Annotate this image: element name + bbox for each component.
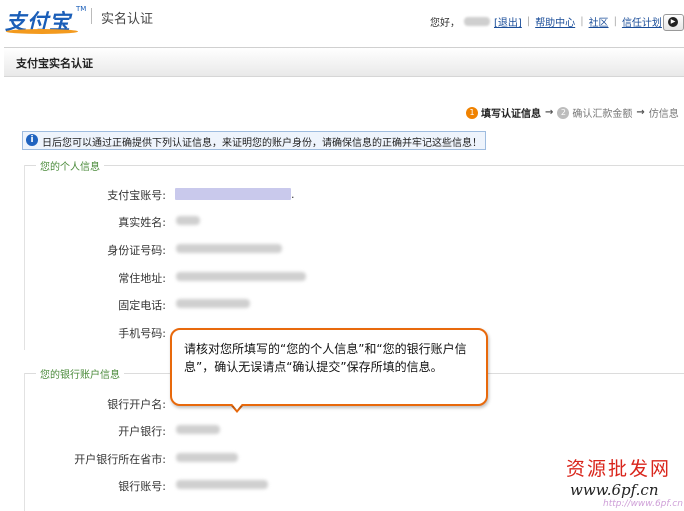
step-1-number-icon: 1 bbox=[466, 106, 478, 119]
watermark-url: www.6pf.cn bbox=[570, 481, 659, 499]
bank-info-legend: 您的银行账户信息 bbox=[36, 366, 124, 381]
landline-value bbox=[176, 299, 250, 308]
top-navigation: 您好， [退出] | 帮助中心 | 社区 | 信任计划 bbox=[430, 14, 662, 29]
progress-steps: 1 填写认证信息 → 2 确认汇款金额 → 仿信息 bbox=[466, 105, 679, 120]
nav-separator: | bbox=[526, 16, 531, 27]
fieldset-border-left bbox=[24, 165, 25, 350]
header-divider bbox=[91, 8, 92, 24]
help-center-link[interactable]: 帮助中心 bbox=[535, 14, 575, 29]
account-suffix: . bbox=[291, 188, 295, 201]
username-redacted bbox=[464, 17, 490, 26]
account-value bbox=[175, 188, 291, 200]
step-2-number-icon: 2 bbox=[557, 106, 570, 119]
logout-link[interactable]: [退出] bbox=[494, 14, 522, 29]
greeting-text: 您好， bbox=[430, 18, 460, 29]
bank-holder-label: 银行开户名: bbox=[107, 398, 166, 411]
nav-separator: | bbox=[580, 16, 584, 27]
personal-info-legend: 您的个人信息 bbox=[36, 158, 104, 173]
step-arrow-icon: → bbox=[636, 107, 645, 118]
bank-name-value bbox=[176, 425, 220, 434]
step-1-label: 填写认证信息 bbox=[481, 109, 541, 120]
fieldset-border-left bbox=[24, 373, 25, 511]
bank-region-value bbox=[176, 453, 238, 462]
account-label: 支付宝账号: bbox=[107, 189, 166, 202]
nav-separator: | bbox=[613, 16, 617, 27]
logo-trademark: TM bbox=[76, 5, 87, 13]
notice-text: 日后您可以通过正确提供下列认证信息，来证明您的账户身份，请确保信息的正确并牢记这… bbox=[42, 138, 482, 149]
tooltip-text: 请核对您所填写的“您的个人信息”和“您的银行账户信息”，确认无误请点“确认提交”… bbox=[184, 342, 467, 374]
trust-plan-link[interactable]: 信任计划 bbox=[622, 14, 662, 29]
step-3-label: 仿信息 bbox=[648, 109, 679, 120]
address-label: 常住地址: bbox=[118, 272, 166, 285]
step-2-label: 确认汇款金额 bbox=[572, 109, 633, 120]
address-value bbox=[176, 272, 306, 281]
mobile-label: 手机号码: bbox=[118, 327, 166, 340]
community-link[interactable]: 社区 bbox=[589, 14, 609, 29]
tooltip-pointer-inner bbox=[229, 400, 245, 410]
page-title: 支付宝实名认证 bbox=[16, 57, 93, 70]
header-title: 实名认证 bbox=[101, 12, 154, 27]
logo-swoosh-icon bbox=[6, 29, 78, 34]
page-title-bar: 支付宝实名认证 bbox=[4, 47, 684, 77]
play-circle-icon: ▶ bbox=[668, 17, 678, 27]
real-name-value bbox=[176, 216, 200, 225]
real-name-label: 真实姓名: bbox=[118, 216, 166, 229]
bank-account-label: 银行账号: bbox=[118, 480, 166, 493]
info-icon: i bbox=[26, 134, 38, 146]
id-number-label: 身份证号码: bbox=[107, 244, 166, 257]
info-notice: i 日后您可以通过正确提供下列认证信息，来证明您的账户身份，请确保信息的正确并牢… bbox=[22, 131, 486, 150]
fieldset-border-top bbox=[24, 165, 684, 166]
step-arrow-icon: → bbox=[545, 107, 554, 118]
bank-name-label: 开户银行: bbox=[118, 425, 166, 438]
play-button[interactable]: ▶ bbox=[663, 14, 684, 31]
watermark-title: 资源批发网 bbox=[566, 458, 672, 480]
confirmation-tooltip: 请核对您所填写的“您的个人信息”和“您的银行账户信息”，确认无误请点“确认提交”… bbox=[170, 328, 488, 406]
bank-region-label: 开户银行所在省市: bbox=[74, 453, 166, 466]
bank-account-value bbox=[176, 480, 268, 489]
id-number-value bbox=[176, 244, 282, 253]
watermark-small-url: http://www.6pf.cn bbox=[603, 499, 683, 509]
landline-label: 固定电话: bbox=[118, 299, 166, 312]
